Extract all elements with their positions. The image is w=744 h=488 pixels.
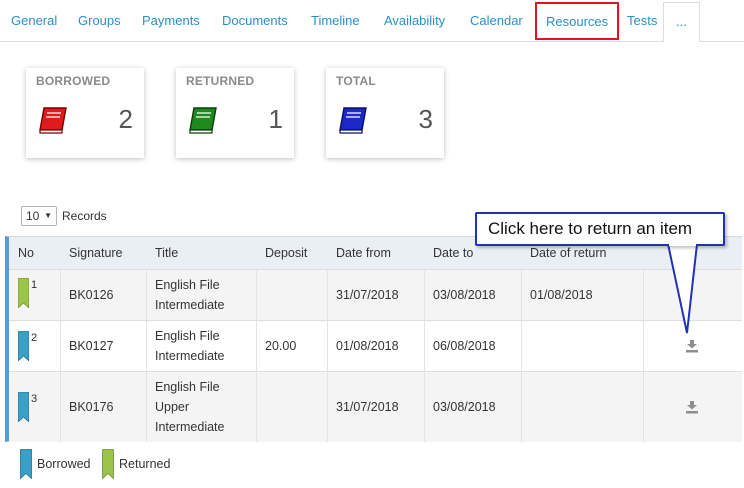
tab-calendar[interactable]: Calendar — [459, 0, 534, 42]
tab-groups[interactable]: Groups — [67, 0, 132, 42]
cell-date-from: 31/07/2018 — [336, 288, 399, 302]
cell-title-line: English File — [155, 278, 220, 292]
tab-bar: General Groups Payments Documents Timeli… — [0, 0, 744, 42]
cell-title-line: Upper — [155, 400, 190, 414]
column-header-deposit[interactable]: Deposit — [265, 237, 307, 269]
cell-title-line: English File — [155, 329, 220, 343]
callout-box: Click here to return an item — [475, 212, 725, 246]
stat-value: 1 — [268, 104, 283, 134]
cell-signature: BK0127 — [69, 339, 114, 353]
tab-more[interactable]: ... — [663, 2, 700, 42]
column-header-date-to[interactable]: Date to — [433, 237, 473, 269]
records-label: Records — [62, 209, 107, 223]
column-header-title[interactable]: Title — [155, 237, 178, 269]
stat-label: BORROWED — [36, 74, 111, 88]
stat-card-borrowed: BORROWED 2 — [26, 68, 144, 158]
row-number: 1 — [31, 279, 38, 291]
stat-card-returned: RETURNED 1 — [176, 68, 294, 158]
cell-title-line: Intermediate — [155, 420, 225, 434]
book-icon — [39, 107, 67, 134]
column-header-no[interactable]: No — [18, 237, 34, 269]
row-number: 2 — [31, 332, 38, 344]
stat-value: 3 — [418, 104, 433, 134]
cell-date-from: 01/08/2018 — [336, 339, 399, 353]
tab-timeline[interactable]: Timeline — [300, 0, 371, 42]
caret-down-icon: ▼ — [44, 211, 52, 220]
records-per-page-select[interactable]: 10 ▼ — [21, 206, 57, 226]
tab-documents[interactable]: Documents — [211, 0, 299, 42]
return-item-icon[interactable] — [685, 339, 699, 353]
cell-signature: BK0126 — [69, 288, 114, 302]
book-icon — [339, 107, 367, 134]
legend-borrowed-label: Borrowed — [37, 457, 91, 471]
cell-title-line: Intermediate — [155, 349, 225, 363]
returned-ribbon-icon — [18, 278, 29, 308]
cell-date-to: 06/08/2018 — [433, 339, 496, 353]
tab-general[interactable]: General — [0, 0, 68, 42]
table-row: 3 BK0176 English File Upper Intermediate… — [9, 371, 742, 442]
column-header-signature[interactable]: Signature — [69, 237, 123, 269]
table-row: 1 BK0126 English File Intermediate 31/07… — [9, 269, 742, 320]
column-header-date-from[interactable]: Date from — [336, 237, 391, 269]
tab-payments[interactable]: Payments — [131, 0, 211, 42]
cell-title-line: English File — [155, 380, 220, 394]
stat-value: 2 — [118, 104, 133, 134]
table-row: 2 BK0127 English File Intermediate 20.00… — [9, 320, 742, 371]
stat-label: TOTAL — [336, 74, 376, 88]
resources-table: No Signature Title Deposit Date from Dat… — [5, 236, 742, 442]
returned-ribbon-icon — [102, 449, 114, 479]
cell-date-of-return: 01/08/2018 — [530, 288, 593, 302]
tab-resources[interactable]: Resources — [535, 2, 620, 40]
records-per-page-value: 10 — [26, 209, 40, 223]
tab-availability[interactable]: Availability — [373, 0, 456, 42]
tab-tests[interactable]: Tests — [616, 0, 668, 42]
borrowed-ribbon-icon — [18, 331, 29, 361]
cell-date-from: 31/07/2018 — [336, 400, 399, 414]
cell-title-line: Intermediate — [155, 298, 225, 312]
stat-card-total: TOTAL 3 — [326, 68, 444, 158]
stat-label: RETURNED — [186, 74, 255, 88]
borrowed-ribbon-icon — [20, 449, 32, 479]
row-number: 3 — [31, 393, 38, 405]
return-item-icon[interactable] — [685, 400, 699, 414]
cell-date-to: 03/08/2018 — [433, 400, 496, 414]
book-icon — [189, 107, 217, 134]
legend-returned-label: Returned — [119, 457, 171, 471]
cell-signature: BK0176 — [69, 400, 114, 414]
cell-deposit: 20.00 — [265, 339, 297, 353]
borrowed-ribbon-icon — [18, 392, 29, 422]
cell-date-to: 03/08/2018 — [433, 288, 496, 302]
